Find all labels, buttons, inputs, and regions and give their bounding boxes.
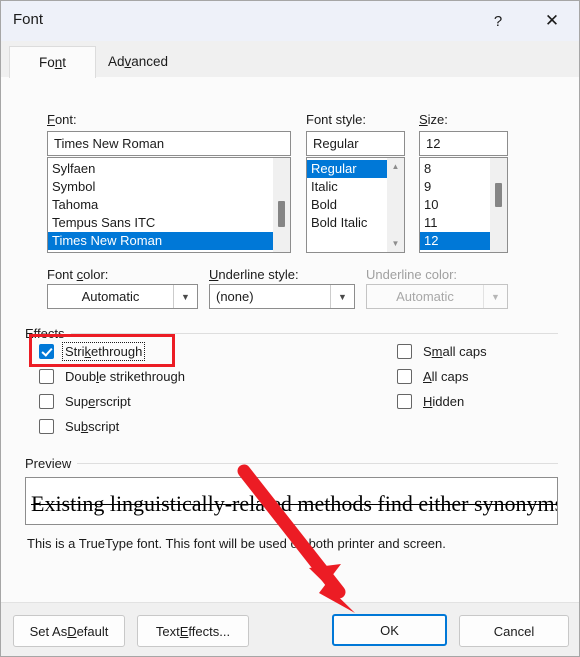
checkbox-label: All caps xyxy=(423,368,469,384)
font-style-list-item[interactable]: Bold Italic xyxy=(307,214,387,232)
font-list-item[interactable]: Times New Roman xyxy=(48,232,273,250)
font-color-label: Font color: xyxy=(47,267,109,282)
checkbox-unchecked-icon[interactable] xyxy=(397,343,412,359)
cancel-button[interactable]: Cancel xyxy=(459,615,569,647)
font-size-scrollbar[interactable] xyxy=(490,158,507,252)
font-style-input[interactable]: Regular xyxy=(306,131,405,156)
font-style-scrollbar[interactable]: ▲ ▼ xyxy=(387,158,404,252)
scrollbar-thumb[interactable] xyxy=(278,201,285,227)
effects-group-label: Effects xyxy=(25,326,71,341)
underline-style-label: Underline style: xyxy=(209,267,299,282)
font-size-list-item[interactable]: 11 xyxy=(420,214,490,232)
size-label: Size: xyxy=(419,112,448,127)
scrollbar-thumb[interactable] xyxy=(495,183,502,207)
checkbox-unchecked-icon[interactable] xyxy=(397,368,412,384)
help-icon[interactable]: ? xyxy=(475,1,521,41)
checkbox-superscript[interactable]: Superscript xyxy=(39,391,133,411)
font-size-list[interactable]: 8 9 10 11 12 xyxy=(419,157,508,253)
font-size-list-item[interactable]: 12 xyxy=(420,232,490,250)
font-list-scrollbar[interactable] xyxy=(273,158,290,252)
checkbox-label: Strikethrough xyxy=(61,341,146,361)
close-icon[interactable]: ✕ xyxy=(529,1,575,41)
font-list-item[interactable]: Tempus Sans ITC xyxy=(48,214,273,232)
preview-note: This is a TrueType font. This font will … xyxy=(27,536,446,551)
checkbox-unchecked-icon[interactable] xyxy=(397,393,412,409)
font-list-item[interactable]: Sylfaen xyxy=(48,160,273,178)
underline-color-label: Underline color: xyxy=(366,267,458,282)
preview-sample-text: Existing linguistically-related methods … xyxy=(31,491,558,516)
font-style-label: Font style: xyxy=(306,112,366,127)
checkbox-unchecked-icon[interactable] xyxy=(39,368,54,384)
ok-button[interactable]: OK xyxy=(332,614,447,646)
tab-advanced[interactable]: Ad v anced xyxy=(94,46,182,77)
checkbox-unchecked-icon[interactable] xyxy=(39,393,54,409)
underline-style-value: (none) xyxy=(216,289,254,304)
chevron-down-icon: ▼ xyxy=(330,285,354,308)
checkbox-hidden[interactable]: Hidden xyxy=(397,391,466,411)
font-dialog: Font ? ✕ Fo n t Ad v anced Font: Font style:… xyxy=(0,0,580,657)
font-style-list-item[interactable]: Regular xyxy=(307,160,387,178)
checkbox-checked-icon[interactable] xyxy=(39,343,54,359)
font-list-item[interactable]: Symbol xyxy=(48,178,273,196)
checkbox-double-strikethrough[interactable]: Double strikethrough xyxy=(39,366,187,386)
checkbox-label: Double strikethrough xyxy=(65,368,185,384)
preview-group-divider xyxy=(77,463,558,464)
scroll-up-icon[interactable]: ▲ xyxy=(387,158,404,175)
preview-group-label: Preview xyxy=(25,456,78,471)
font-list[interactable]: Sylfaen Symbol Tahoma Tempus Sans ITC Times … xyxy=(47,157,291,253)
tab-font[interactable]: Fo n t xyxy=(9,46,96,78)
chevron-down-icon: ▼ xyxy=(483,285,507,308)
font-name-input[interactable]: Times New Roman xyxy=(47,131,291,156)
checkbox-unchecked-icon[interactable] xyxy=(39,418,54,434)
checkbox-subscript[interactable]: Subscript xyxy=(39,416,121,436)
font-tab-panel: Font: Font style: Size: Times New Roman … xyxy=(1,77,579,602)
chevron-down-icon: ▼ xyxy=(173,285,197,308)
tab-strip: Fo n t Ad v anced xyxy=(1,41,579,78)
font-style-list-item[interactable]: Bold xyxy=(307,196,387,214)
checkbox-label: Superscript xyxy=(65,393,131,409)
font-label: Font: xyxy=(47,112,77,127)
preview-box: Existing linguistically-related methods … xyxy=(25,477,558,525)
font-list-item[interactable]: Tahoma xyxy=(48,196,273,214)
underline-color-value: Automatic xyxy=(396,289,454,304)
checkbox-all-caps[interactable]: All caps xyxy=(397,366,471,386)
underline-color-select: Automatic ▼ xyxy=(366,284,508,309)
checkbox-label: Subscript xyxy=(65,418,120,434)
set-as-default-button[interactable]: Set As Default xyxy=(13,615,125,647)
font-size-list-item[interactable]: 8 xyxy=(420,160,490,178)
checkbox-label: Small caps xyxy=(423,343,487,359)
checkbox-strikethrough[interactable]: Strikethrough xyxy=(39,341,146,361)
font-style-list-item[interactable]: Italic xyxy=(307,178,387,196)
font-size-input[interactable]: 12 xyxy=(419,131,508,156)
dialog-footer: Set As Default Text Effects... OK Cancel xyxy=(1,602,579,656)
effects-group-divider xyxy=(71,333,558,334)
font-size-list-item[interactable]: 10 xyxy=(420,196,490,214)
font-color-select[interactable]: Automatic ▼ xyxy=(47,284,198,309)
dialog-title: Font xyxy=(13,11,44,28)
font-style-list[interactable]: Regular Italic Bold Bold Italic ▲ ▼ xyxy=(306,157,405,253)
checkbox-small-caps[interactable]: Small caps xyxy=(397,341,489,361)
underline-style-select[interactable]: (none) ▼ xyxy=(209,284,355,309)
scroll-down-icon[interactable]: ▼ xyxy=(387,235,404,252)
checkbox-label: Hidden xyxy=(423,393,465,409)
text-effects-button[interactable]: Text Effects... xyxy=(137,615,249,647)
title-bar: Font ? ✕ xyxy=(1,1,579,42)
font-size-list-item[interactable]: 9 xyxy=(420,178,490,196)
font-color-value: Automatic xyxy=(81,289,140,304)
